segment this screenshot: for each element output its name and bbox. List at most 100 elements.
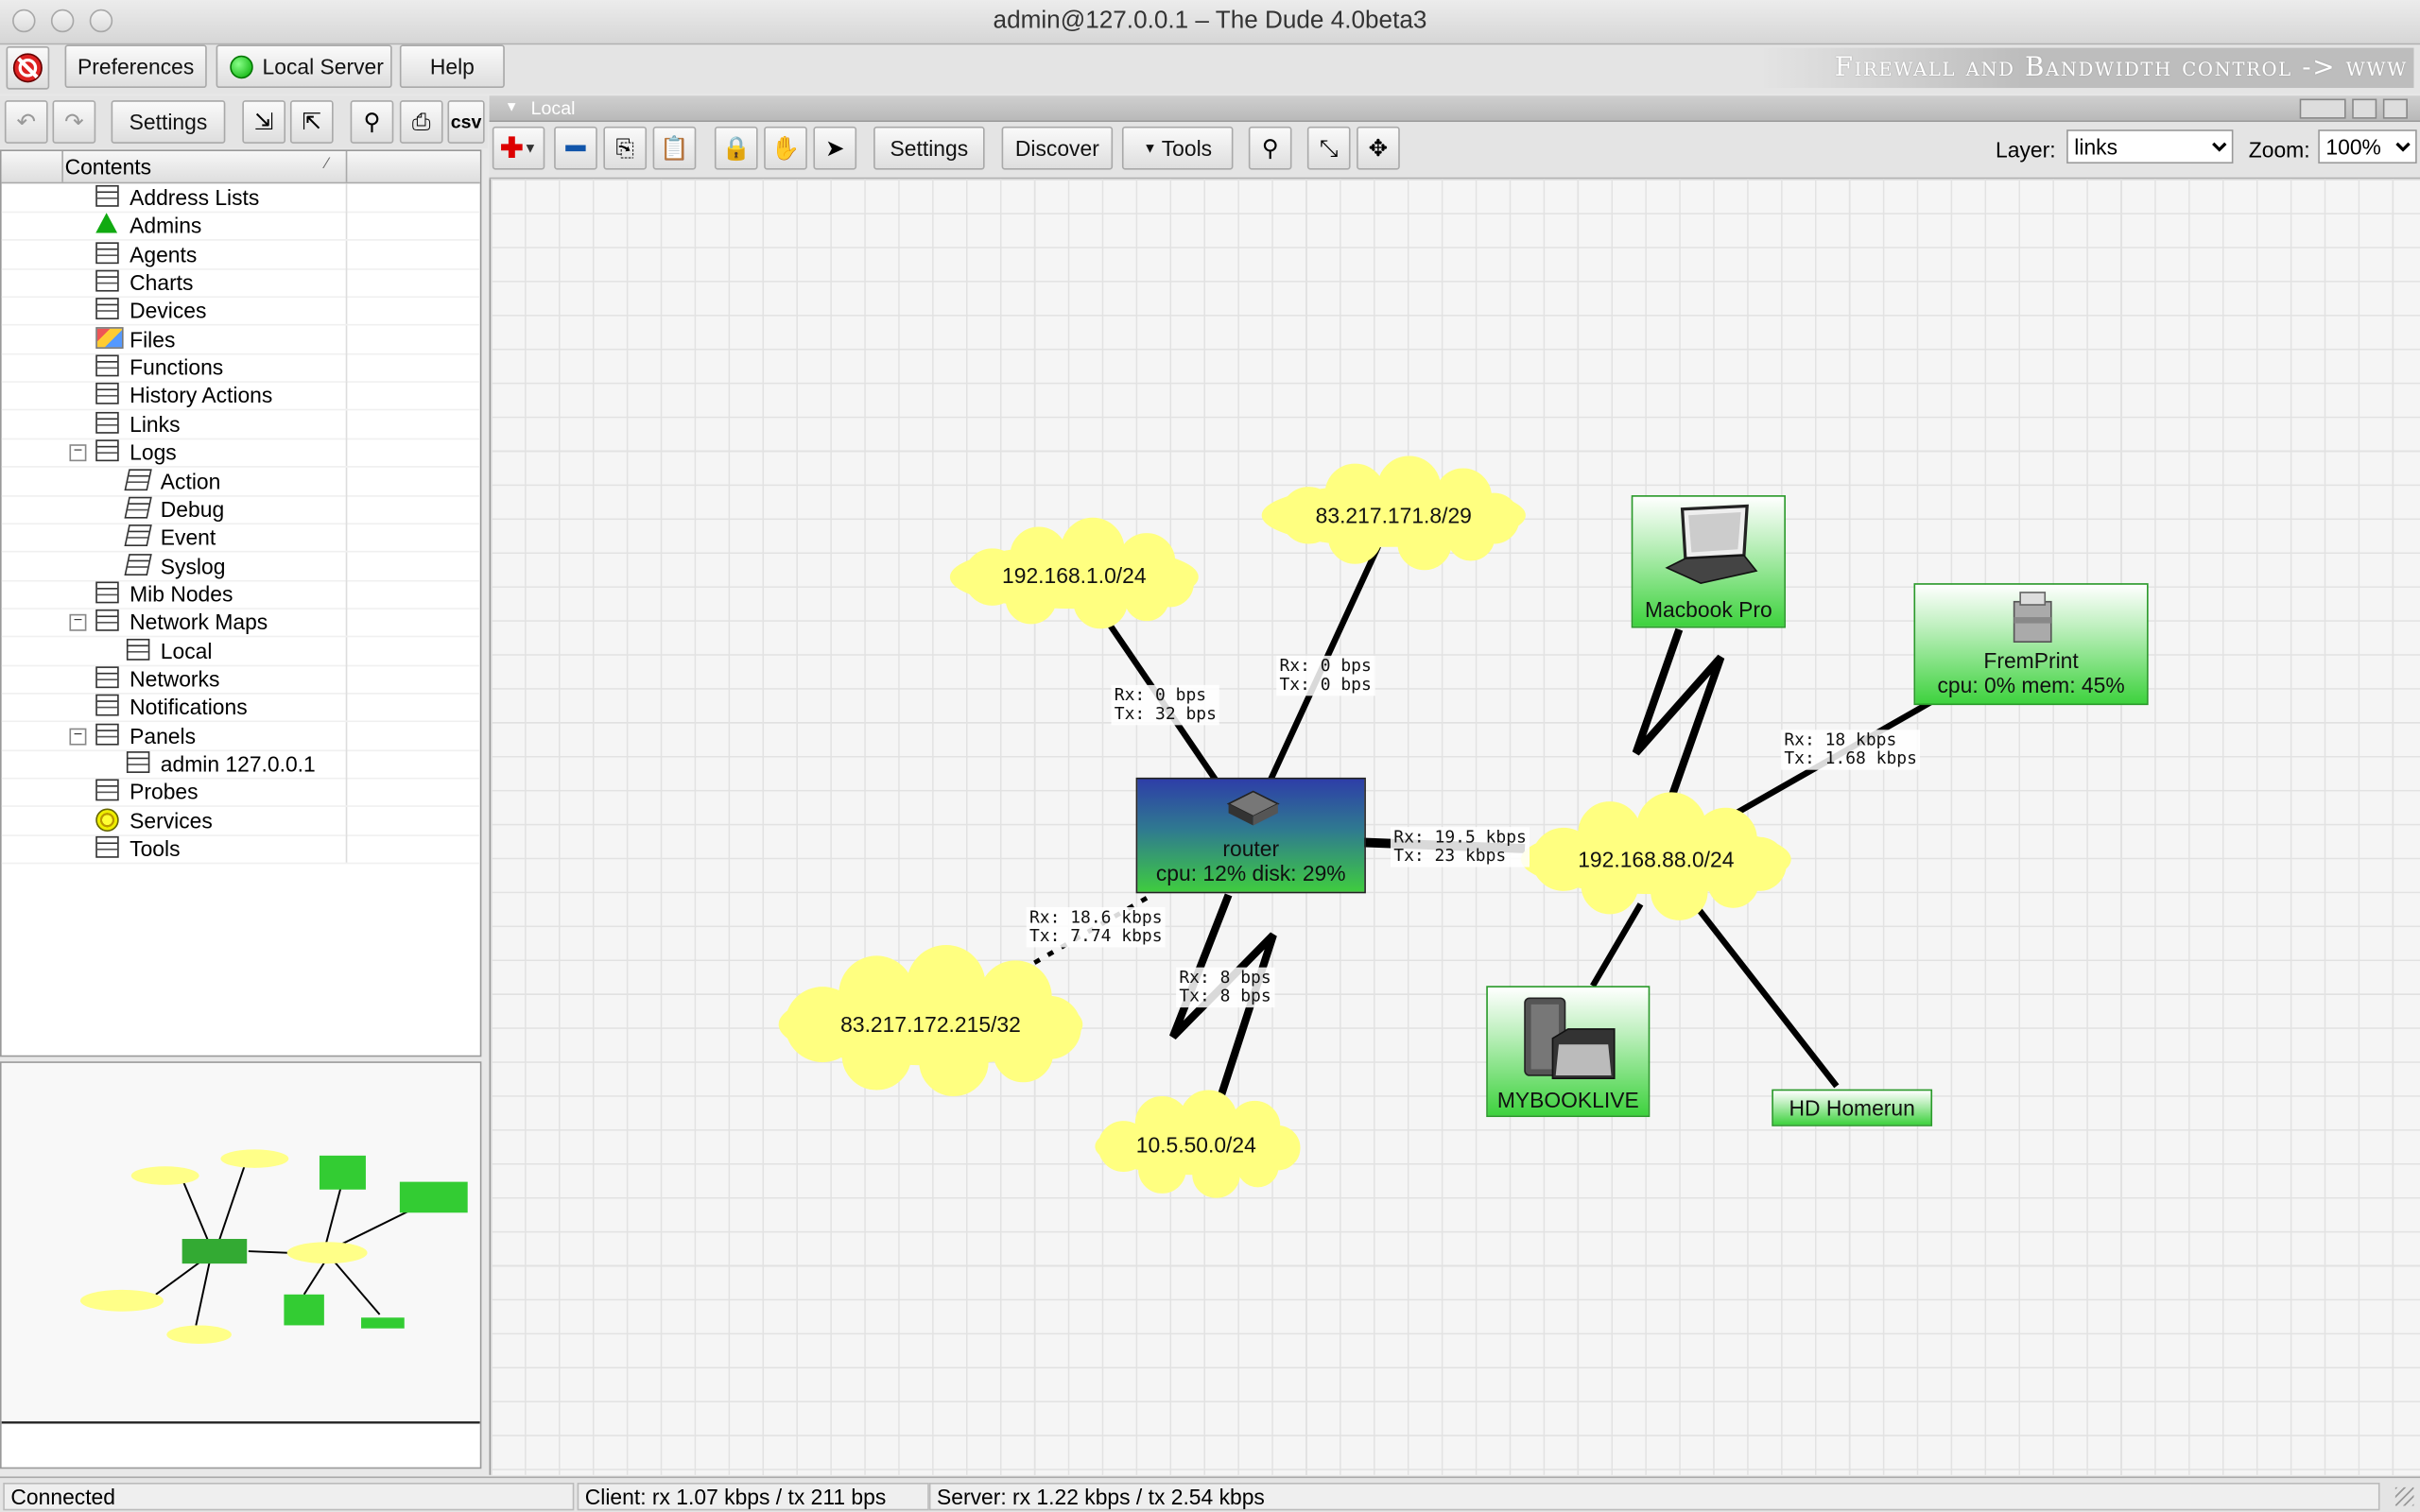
arrange-icon: ✥ xyxy=(1368,135,1389,163)
contents-item[interactable]: Agents xyxy=(1,240,480,270)
table-icon xyxy=(95,581,119,604)
printer-icon xyxy=(2013,592,2052,643)
column-divider xyxy=(345,806,348,834)
contents-item[interactable]: Debug xyxy=(1,494,480,524)
map-toolbar: ✚ ▼ ━ ⎘ 📋 🔒 ✋ ➤ Settings Discover ▼ Tools … xyxy=(489,121,2420,180)
redo-button[interactable]: ↷ xyxy=(52,100,96,144)
printer-icon: ⎙ xyxy=(411,109,431,135)
contents-item[interactable]: Services xyxy=(1,806,480,836)
collapse-triangle-icon[interactable]: ▼ xyxy=(505,98,519,113)
column-divider xyxy=(345,325,348,353)
network-83-217-172-label: 83.217.172.215/32 xyxy=(840,1012,1021,1038)
lock-button[interactable]: 🔒 xyxy=(714,126,758,170)
contents-item[interactable]: Charts xyxy=(1,268,480,299)
contents-item[interactable]: admin 127.0.0.1 xyxy=(1,749,480,780)
settings-button[interactable]: Settings xyxy=(111,100,226,144)
mybooklive-device[interactable]: MYBOOKLIVE xyxy=(1486,986,1651,1118)
minimap-canvas[interactable] xyxy=(1,1062,480,1468)
network-10-5-50-label: 10.5.50.0/24 xyxy=(1135,1132,1256,1158)
contents-item[interactable]: Event xyxy=(1,523,480,553)
export-button[interactable]: ⇱ xyxy=(289,100,334,144)
link-hd-homerun[interactable] xyxy=(1692,902,1840,1089)
pan-button[interactable]: ✋ xyxy=(764,126,807,170)
select-button[interactable]: ➤ xyxy=(813,126,857,170)
contents-item[interactable]: − Panels xyxy=(1,721,480,751)
import-button[interactable]: ⇲ xyxy=(242,100,286,144)
local-server-button[interactable]: Local Server xyxy=(216,44,392,89)
contents-item[interactable]: Mib Nodes xyxy=(1,579,480,610)
hd-homerun-device[interactable]: HD Homerun xyxy=(1772,1089,1933,1126)
contents-item[interactable]: Links xyxy=(1,409,480,439)
column-divider xyxy=(345,494,348,524)
advertisement-banner[interactable]: Firewall and Bandwidth control -> www xyxy=(1759,47,2414,89)
contents-item[interactable]: Local xyxy=(1,636,480,666)
contents-item-label: Functions xyxy=(130,354,224,380)
contents-item[interactable]: Networks xyxy=(1,664,480,695)
table-icon xyxy=(95,723,119,745)
disconnect-button[interactable] xyxy=(6,45,50,90)
contents-item[interactable]: Action xyxy=(1,466,480,496)
help-button[interactable]: Help xyxy=(399,44,505,89)
contents-item[interactable]: Admins xyxy=(1,212,480,242)
router-device[interactable]: router cpu: 12% disk: 29% xyxy=(1135,777,1366,894)
print-button[interactable]: ⎙ xyxy=(399,100,443,144)
map-settings-button[interactable]: Settings xyxy=(873,126,985,170)
collapse-toggle-icon[interactable]: − xyxy=(69,727,87,745)
remove-button[interactable]: ━ xyxy=(554,126,597,170)
zoom-select[interactable]: 100% xyxy=(2318,129,2417,164)
link-label-192-168-1: Rx: 0 bps Tx: 32 bps xyxy=(1111,684,1220,726)
maximize-icon[interactable] xyxy=(2352,98,2377,119)
contents-item[interactable]: Notifications xyxy=(1,693,480,723)
map-panel-header: ▼ Local xyxy=(489,95,2420,122)
map-find-button[interactable]: ⚲ xyxy=(1248,126,1292,170)
copy-button[interactable]: ⎘ xyxy=(603,126,648,170)
contents-header[interactable]: Contents ⁄ xyxy=(1,150,480,184)
collapse-toggle-icon[interactable]: − xyxy=(69,444,87,462)
contents-item[interactable]: Files xyxy=(1,325,480,355)
contents-item[interactable]: Syslog xyxy=(1,551,480,581)
files-icon xyxy=(95,326,124,349)
disconnect-icon xyxy=(12,53,43,83)
collapse-toggle-icon[interactable]: − xyxy=(69,613,87,632)
link-macbook[interactable] xyxy=(1632,627,1725,821)
link-label-83-217-171: Rx: 0 bps Tx: 0 bps xyxy=(1276,655,1375,696)
router-name: router xyxy=(1222,835,1280,862)
tools-dropdown-button[interactable]: ▼ Tools xyxy=(1121,126,1234,170)
export-icon: ⇱ xyxy=(302,109,322,136)
find-button[interactable]: ⚲ xyxy=(350,100,394,144)
preferences-button[interactable]: Preferences xyxy=(64,44,207,89)
layer-select[interactable]: links xyxy=(2066,129,2234,164)
network-map-canvas[interactable]: 192.168.1.0/24 83.217.171.8/29 192.168.8… xyxy=(489,179,2420,1475)
minimap-panel[interactable] xyxy=(0,1061,482,1469)
services-icon xyxy=(95,807,119,832)
auto-arrange-button[interactable]: ✥ xyxy=(1357,126,1400,170)
table-icon xyxy=(95,695,119,717)
macbook-pro-device[interactable]: Macbook Pro xyxy=(1631,495,1786,628)
contents-item[interactable]: Functions xyxy=(1,353,480,384)
csv-button[interactable]: csv xyxy=(447,100,485,144)
contents-item[interactable]: − Network Maps xyxy=(1,608,480,638)
contents-item[interactable]: − Logs xyxy=(1,438,480,468)
undo-button[interactable]: ↶ xyxy=(4,100,48,144)
resize-grip-icon[interactable] xyxy=(2394,1486,2414,1506)
contents-item[interactable]: History Actions xyxy=(1,381,480,411)
contents-item-label: History Actions xyxy=(130,383,273,408)
dropdown-arrow-icon: ▼ xyxy=(1143,140,1157,156)
contents-item[interactable]: Address Lists xyxy=(1,183,480,214)
contents-item[interactable]: Tools xyxy=(1,834,480,865)
zoom-label: Zoom: xyxy=(2248,137,2310,163)
paste-icon: 📋 xyxy=(660,135,689,163)
sort-indicator-icon: ⁄ xyxy=(325,155,329,173)
contents-item-label: Action xyxy=(160,468,221,493)
split-view-icon[interactable] xyxy=(2299,98,2346,119)
add-button[interactable]: ✚ ▼ xyxy=(492,126,545,170)
fremprint-device[interactable]: FremPrint cpu: 0% mem: 45% xyxy=(1913,583,2149,706)
contents-item[interactable]: Probes xyxy=(1,778,480,808)
fit-to-view-button[interactable]: ⤡ xyxy=(1306,126,1351,170)
discover-button[interactable]: Discover xyxy=(1001,126,1114,170)
link-mybooklive[interactable] xyxy=(1590,902,1644,988)
layout-icon[interactable] xyxy=(2382,98,2408,119)
contents-item[interactable]: Devices xyxy=(1,297,480,327)
network-192-168-1-label: 192.168.1.0/24 xyxy=(1002,562,1147,589)
paste-button[interactable]: 📋 xyxy=(652,126,697,170)
